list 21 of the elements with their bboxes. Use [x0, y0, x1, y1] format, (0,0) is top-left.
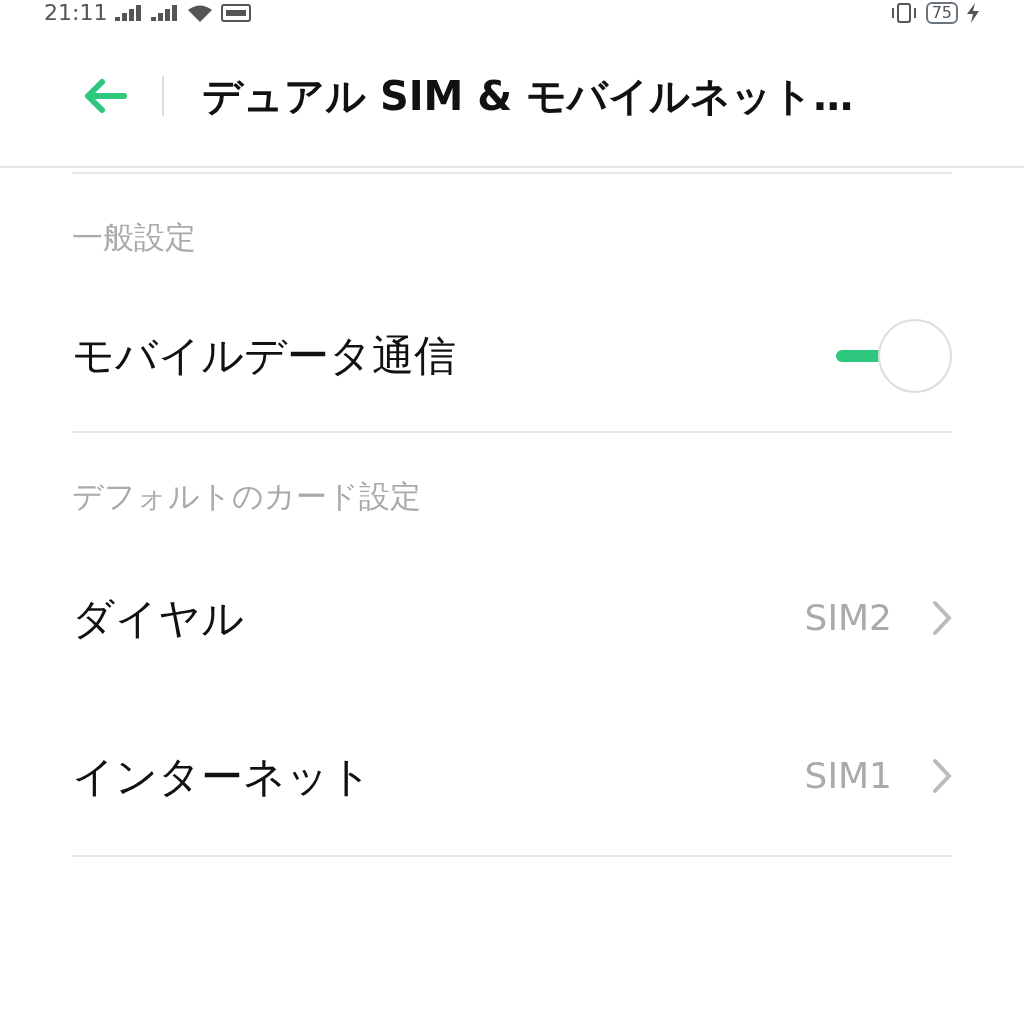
- page-title: デュアル SIM & モバイルネット…: [202, 72, 854, 121]
- setting-value: SIM2: [804, 596, 892, 640]
- chevron-right-icon: [932, 600, 952, 636]
- toggle-switch[interactable]: [836, 318, 952, 393]
- battery-icon: 75: [925, 2, 958, 24]
- charging-icon: [966, 3, 980, 23]
- section-header: 一般設定: [72, 218, 197, 257]
- signal-icon: [151, 5, 180, 21]
- setting-label: モバイルデータ通信: [72, 330, 456, 382]
- chevron-right-icon: [932, 758, 952, 794]
- signal-icon: [115, 5, 144, 21]
- status-time: 21:11: [44, 0, 108, 26]
- vibrate-icon: [889, 3, 918, 23]
- network-type-icon: [221, 4, 252, 22]
- wifi-icon: [187, 4, 214, 22]
- section-header: デフォルトのカード設定: [72, 476, 422, 516]
- setting-label: インターネット: [72, 750, 372, 803]
- setting-label: ダイヤル: [72, 592, 244, 645]
- list-item[interactable]: ダイヤル SIM2: [72, 539, 952, 697]
- list-item[interactable]: インターネット SIM1: [72, 697, 952, 855]
- setting-value: SIM1: [804, 754, 892, 798]
